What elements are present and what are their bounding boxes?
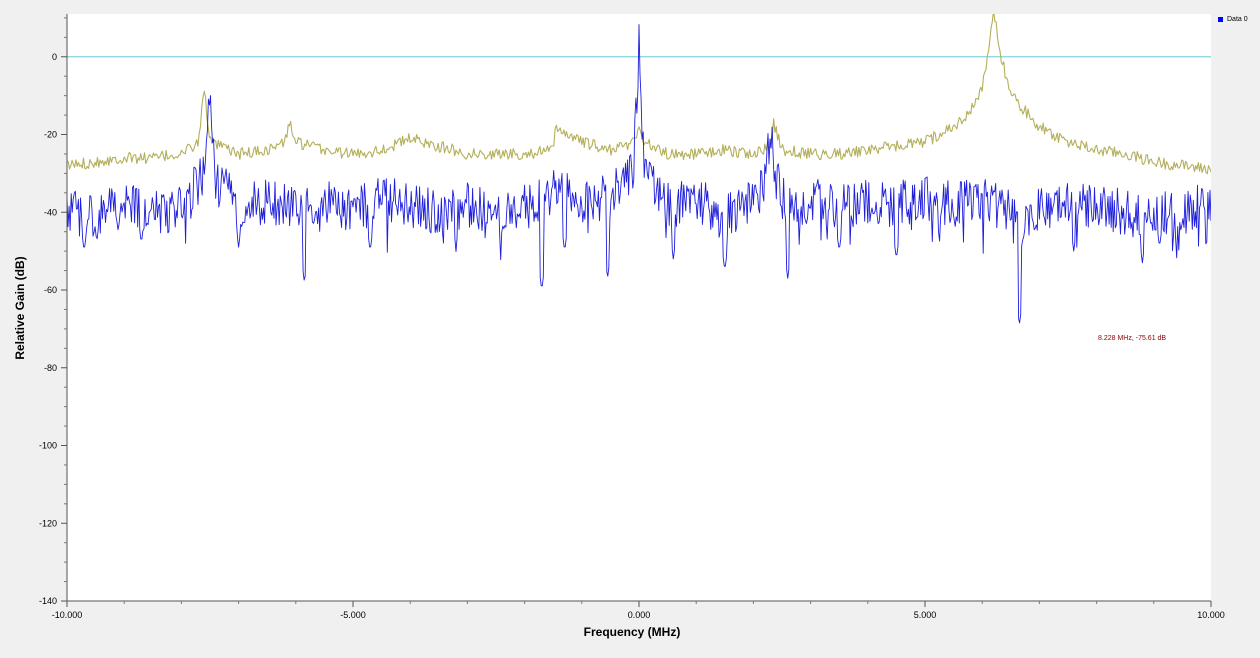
y-tick-label: -80 (44, 363, 57, 373)
legend-swatch (1218, 17, 1223, 22)
y-tick-label: -100 (39, 441, 57, 451)
legend-label: Data 0 (1227, 16, 1248, 23)
x-tick-label: -5.000 (340, 610, 366, 620)
legend: Data 0 (1218, 16, 1248, 23)
x-tick-label: 5.000 (914, 610, 937, 620)
marker-annotation: 8.228 MHz, -75.61 dB (1098, 335, 1167, 342)
y-tick-label: -140 (39, 596, 57, 606)
y-tick-label: 0 (52, 52, 57, 62)
chart-canvas: 0 -20 -40 -60 -80 -100 -120 -140 -10.000 -5.000 0.… (39, 14, 1225, 620)
y-tick-label: -120 (39, 518, 57, 528)
x-tick-label: -10.000 (52, 610, 83, 620)
x-tick-label: 0.000 (628, 610, 651, 620)
spectrum-chart: 0 -20 -40 -60 -80 -100 -120 -140 -10.000 -5.000 0.… (0, 0, 1260, 653)
plot-area (67, 14, 1211, 601)
y-axis-title: Relative Gain (dB) (13, 256, 27, 360)
y-tick-label: -20 (44, 130, 57, 140)
y-tick-label: -60 (44, 285, 57, 295)
x-axis-title: Frequency (MHz) (583, 625, 681, 639)
y-tick-label: -40 (44, 207, 57, 217)
x-tick-label: 10.000 (1197, 610, 1225, 620)
